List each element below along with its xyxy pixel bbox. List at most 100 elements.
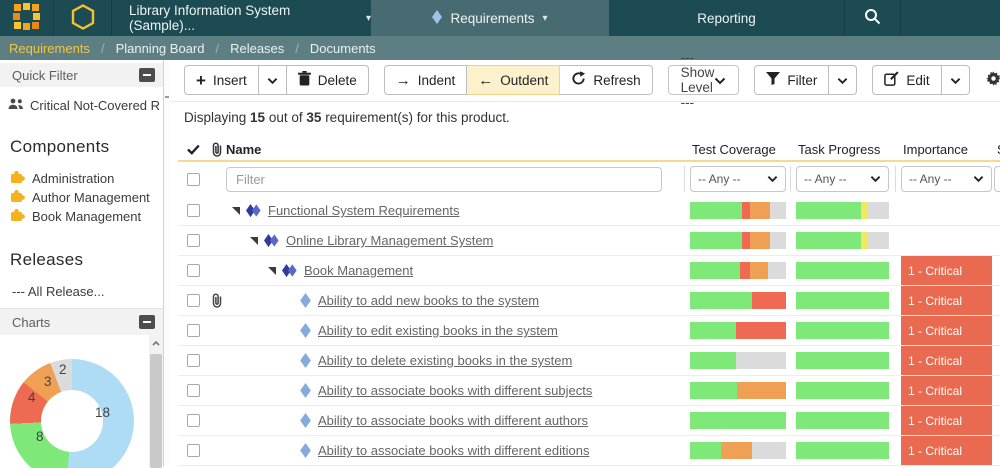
refresh-label: Refresh (593, 73, 640, 88)
donut-label: 18 (95, 405, 110, 420)
edit-button[interactable]: Edit (872, 65, 941, 95)
filter-row-checkbox[interactable] (187, 173, 200, 186)
row-checkbox[interactable] (187, 294, 200, 307)
test-coverage-bar (690, 202, 786, 219)
results-summary: Displaying 15 out of 35 requirement(s) f… (184, 110, 510, 125)
delete-button[interactable]: Delete (287, 65, 369, 95)
requirement-diamond-icon (300, 383, 311, 398)
edit-dropdown-button[interactable] (942, 65, 970, 95)
quick-filter-item-critical-not-covered[interactable]: Critical Not-Covered R (8, 98, 163, 113)
requirement-diamond-icon (300, 443, 311, 458)
filter-button[interactable]: Filter (754, 65, 829, 95)
row-checkbox[interactable] (187, 414, 200, 427)
requirement-link[interactable]: Online Library Management System (286, 233, 493, 248)
workspace-menu[interactable]: Library Information System (Sample)... ▾ (112, 0, 371, 36)
top-navigation-bar: Library Information System (Sample)... ▾… (0, 0, 1000, 36)
filter-label: Filter (787, 73, 817, 88)
chevron-down-icon (767, 172, 778, 186)
filter-dropdown-button[interactable] (829, 65, 857, 95)
requirement-link[interactable]: Functional System Requirements (268, 203, 459, 218)
tab-requirements[interactable]: Requirements ▾ (371, 0, 609, 36)
indent-label: Indent (418, 73, 456, 88)
column-header-name[interactable]: Name (226, 142, 690, 157)
row-checkbox[interactable] (187, 324, 200, 337)
row-checkbox[interactable] (187, 234, 200, 247)
requirement-link[interactable]: Ability to add new books to the system (318, 293, 539, 308)
row-checkbox[interactable] (187, 384, 200, 397)
donut-label: 8 (36, 429, 44, 444)
refresh-button[interactable]: Refresh (560, 65, 652, 95)
column-header-test-coverage[interactable]: Test Coverage (690, 142, 786, 157)
settings-gear-button[interactable] (985, 70, 1000, 90)
workspace-hexagon-button[interactable] (54, 0, 111, 36)
component-item-administration[interactable]: Administration (10, 169, 163, 188)
chevron-down-icon (950, 73, 961, 88)
chevron-down-icon (870, 172, 881, 186)
requirement-diamond-icon (300, 323, 311, 338)
requirement-link[interactable]: Ability to associate books with differen… (318, 383, 592, 398)
breadcrumb-releases[interactable]: Releases (230, 41, 284, 56)
sidebar-splitter[interactable] (163, 60, 170, 466)
indent-button[interactable]: → Indent (384, 65, 468, 95)
requirement-link[interactable]: Ability to delete existing books in the … (318, 353, 572, 368)
column-header-importance[interactable]: Importance (901, 142, 992, 157)
column-header-cutoff: S (992, 142, 1000, 157)
chevron-down-icon (973, 172, 984, 186)
column-header-task-progress[interactable]: Task Progress (796, 142, 889, 157)
row-checkbox[interactable] (187, 264, 200, 277)
show-level-select[interactable]: --- Show Level --- (668, 65, 740, 95)
global-search-button[interactable] (845, 0, 900, 36)
tab-reporting[interactable]: Reporting (609, 0, 844, 36)
funnel-icon (766, 72, 780, 88)
components-heading: Components (10, 137, 163, 157)
collapse-triangle-icon[interactable] (232, 207, 240, 215)
scrollbar-thumb[interactable] (150, 354, 162, 468)
requirements-summary-donut-chart: 18 8 4 3 2 (0, 335, 163, 468)
select-all-check-icon[interactable] (178, 144, 208, 155)
release-item-all-releases[interactable]: --- All Release... (12, 284, 163, 299)
cutoff-filter-select (994, 166, 1000, 192)
collapse-triangle-icon[interactable] (250, 237, 258, 245)
table-row: Ability to associate books with differen… (178, 436, 1000, 466)
scroll-up-arrow-icon[interactable] (149, 335, 163, 351)
importance-cell: 1 - Critical (901, 406, 992, 435)
breadcrumb-requirements[interactable]: Requirements (9, 41, 90, 56)
chevron-down-icon (267, 73, 278, 88)
app-logo[interactable] (0, 0, 53, 36)
row-checkbox[interactable] (187, 444, 200, 457)
insert-button[interactable]: + Insert (184, 65, 259, 95)
test-coverage-filter-select[interactable]: -- Any -- (690, 166, 786, 192)
row-checkbox[interactable] (187, 354, 200, 367)
collapse-charts-button[interactable] (139, 315, 155, 329)
breadcrumb-planning-board[interactable]: Planning Board (116, 41, 205, 56)
requirement-link[interactable]: Ability to edit existing books in the sy… (318, 323, 558, 338)
component-item-book-management[interactable]: Book Management (10, 207, 163, 226)
splitter-handle[interactable] (165, 96, 169, 98)
collapse-triangle-icon[interactable] (268, 267, 276, 275)
outdent-label: Outdent (500, 73, 548, 88)
people-group-icon (8, 98, 24, 113)
requirement-link[interactable]: Ability to associate books with differen… (318, 443, 589, 458)
component-item-author-management[interactable]: Author Management (10, 188, 163, 207)
test-coverage-bar (690, 442, 786, 459)
importance-cell: 1 - Critical (901, 376, 992, 405)
importance-filter-select[interactable]: -- Any -- (901, 166, 992, 192)
task-progress-bar (796, 412, 889, 429)
row-checkbox[interactable] (187, 204, 200, 217)
collapse-quick-filter-button[interactable] (139, 68, 155, 82)
insert-dropdown-button[interactable] (259, 65, 287, 95)
task-progress-bar (796, 352, 889, 369)
quick-filter-title: Quick Filter (12, 68, 78, 83)
tab-requirements-label: Requirements (450, 11, 534, 26)
charts-scrollbar[interactable] (149, 335, 163, 468)
requirement-link[interactable]: Book Management (304, 263, 413, 278)
outdent-button[interactable]: ← Outdent (467, 65, 560, 95)
task-progress-filter-select[interactable]: -- Any -- (796, 166, 889, 192)
requirement-link[interactable]: Ability to associate books with differen… (318, 413, 588, 428)
donut-hole (41, 390, 103, 452)
chevron-down-icon (714, 73, 726, 88)
task-progress-bar (796, 382, 889, 399)
name-filter-input[interactable] (226, 167, 662, 192)
table-row: Ability to add new books to the system 1… (178, 286, 1000, 316)
breadcrumb-documents[interactable]: Documents (310, 41, 376, 56)
